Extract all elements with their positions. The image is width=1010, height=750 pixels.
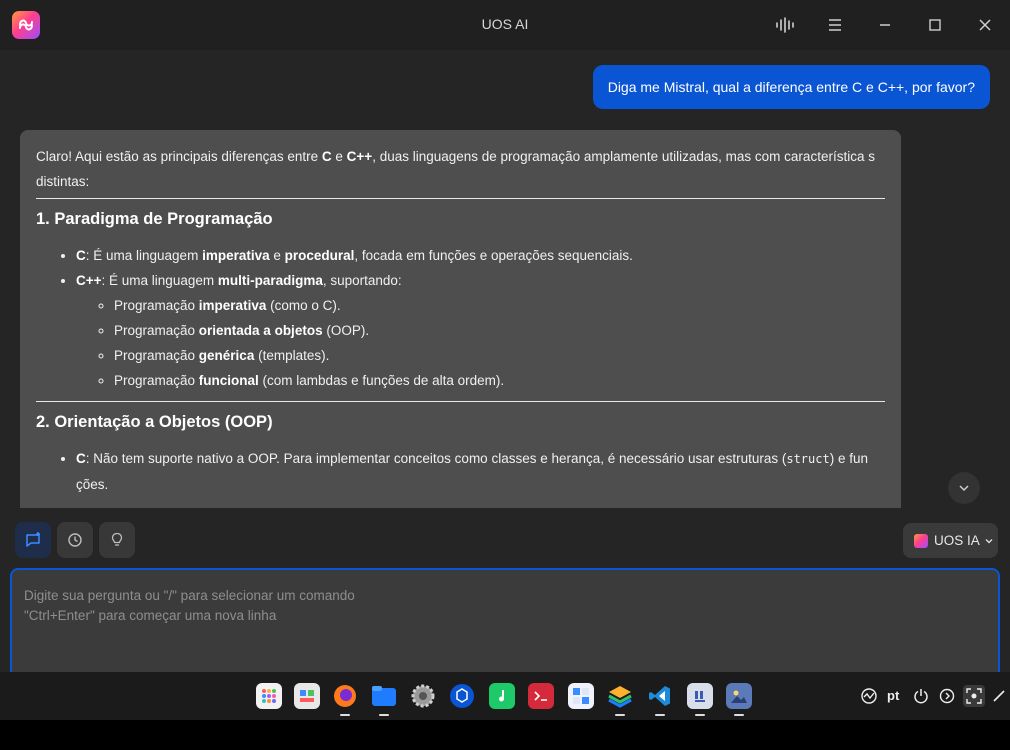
user-message-bubble: Diga me Mistral, qual a diferença entre … (592, 65, 990, 109)
running-indicator (379, 714, 389, 716)
history-button[interactable] (57, 522, 93, 558)
bold-text: genérica (198, 348, 255, 363)
calculator-icon[interactable] (568, 683, 594, 709)
divider (36, 401, 885, 402)
multitasking-icon[interactable] (294, 683, 320, 709)
text: (templates). (254, 348, 330, 363)
model-logo-icon (914, 533, 928, 548)
app-store-icon[interactable] (449, 683, 475, 709)
layers-app-icon[interactable] (607, 683, 633, 709)
chat-toolbar: UOS IA (0, 508, 1010, 568)
vscode-icon[interactable] (647, 683, 673, 709)
close-icon[interactable] (973, 13, 997, 37)
message-input-container (10, 568, 1000, 688)
sub-list-item: Programação orientada a objetos (OOP). (114, 318, 885, 343)
network-icon[interactable] (860, 687, 878, 705)
running-indicator (695, 714, 705, 716)
text: , focada em funções e operações sequenci… (354, 248, 633, 263)
taskbar: pt (0, 672, 1010, 720)
inline-code: struct (786, 452, 830, 466)
launcher-icon[interactable] (256, 683, 282, 709)
ai-intro-paragraph: Claro! Aqui estão as principais diferenç… (36, 144, 885, 194)
history-icon (68, 533, 82, 547)
text: : É uma linguagem (101, 273, 218, 288)
section-1-title: 1. Paradigma de Programação (36, 210, 273, 228)
running-indicator (734, 714, 744, 716)
text: Programação (114, 323, 199, 338)
sub-list-item: Programação funcional (com lambdas e fun… (114, 368, 885, 393)
text: Programação (114, 298, 199, 313)
model-label: UOS IA (934, 533, 980, 548)
list-item: C++: É uma linguagem multi-paradigma, su… (76, 268, 885, 393)
text: Programação (114, 373, 199, 388)
section-1-list: C: É uma linguagem imperativa e procedur… (60, 243, 885, 393)
divider (36, 198, 885, 199)
running-indicator (655, 714, 665, 716)
window-title: UOS AI (481, 16, 529, 32)
running-indicator (340, 714, 350, 716)
sub-list-item: Programação imperativa (como o C). (114, 293, 885, 318)
ai-intro-c: C (321, 149, 332, 164)
message-input[interactable] (12, 570, 998, 686)
sub-list: Programação imperativa (como o C). Progr… (98, 293, 885, 393)
label-c: C (76, 248, 86, 263)
settings-icon[interactable] (410, 683, 436, 709)
bold-text: orientada a objetos (198, 323, 323, 338)
notification-arrow-icon[interactable] (938, 687, 956, 705)
section-2-list: C: Não tem suporte nativo a OOP. Para im… (60, 446, 885, 497)
screenshot-icon[interactable] (963, 685, 985, 707)
power-icon[interactable] (912, 687, 930, 705)
new-chat-button[interactable] (15, 522, 51, 558)
section-2-title: 2. Orientação a Objetos (OOP) (36, 413, 273, 431)
text: (como o C). (266, 298, 341, 313)
sub-list-item: Programação genérica (templates). (114, 343, 885, 368)
app-window: UOS AI Diga me Mistral, qual a diferença… (0, 0, 1010, 720)
new-chat-icon (26, 532, 40, 547)
label-c: C (76, 451, 86, 466)
bold-text: multi-paradigma (217, 273, 323, 288)
running-indicator (615, 714, 625, 716)
text: (com lambdas e funções de alta ordem). (258, 373, 505, 388)
lightbulb-icon (111, 532, 123, 546)
voice-waveform-icon[interactable] (773, 13, 797, 37)
title-bar: UOS AI (0, 0, 1010, 50)
section-1: 1. Paradigma de Programação C: É uma lin… (36, 205, 885, 393)
file-manager-icon[interactable] (371, 683, 397, 709)
input-language-indicator[interactable]: pt (887, 688, 899, 703)
list-item: C: Não tem suporte nativo a OOP. Para im… (76, 446, 885, 497)
model-selector[interactable]: UOS IA (903, 523, 998, 558)
prompt-ideas-button[interactable] (99, 522, 135, 558)
ai-intro-cpp: C++ (346, 149, 373, 164)
chat-area[interactable]: Diga me Mistral, qual a diferença entre … (0, 50, 1010, 508)
list-item: C: É uma linguagem imperativa e procedur… (76, 243, 885, 268)
ai-intro-and: e (331, 149, 347, 164)
ai-intro-text: Claro! Aqui estão as principais diferenç… (36, 149, 322, 164)
section-2: 2. Orientação a Objetos (OOP) C: Não tem… (36, 408, 885, 497)
ai-message-bubble: Claro! Aqui estão as principais diferenç… (20, 130, 901, 508)
bold-text: imperativa (202, 248, 270, 263)
text: , suportando: (322, 273, 402, 288)
terminal-icon[interactable] (528, 683, 554, 709)
text: e (269, 248, 285, 263)
chevron-down-icon (985, 538, 993, 543)
menu-icon[interactable] (823, 13, 847, 37)
text: : Não tem suporte nativo a OOP. Para imp… (85, 451, 787, 466)
bold-text: funcional (198, 373, 259, 388)
bold-text: procedural (284, 248, 355, 263)
image-viewer-icon[interactable] (726, 683, 752, 709)
text: Programação (114, 348, 199, 363)
label-cpp: C++ (76, 273, 102, 288)
pen-icon[interactable] (990, 687, 1008, 705)
text: (OOP). (322, 323, 370, 338)
maximize-icon[interactable] (923, 13, 947, 37)
editor-icon[interactable] (687, 683, 713, 709)
music-icon[interactable] (489, 683, 515, 709)
scroll-to-bottom-button[interactable] (948, 472, 980, 504)
minimize-icon[interactable] (873, 13, 897, 37)
chevron-down-icon (959, 485, 969, 492)
text: : É uma linguagem (85, 248, 203, 263)
firefox-icon[interactable] (332, 683, 358, 709)
bold-text: imperativa (198, 298, 267, 313)
